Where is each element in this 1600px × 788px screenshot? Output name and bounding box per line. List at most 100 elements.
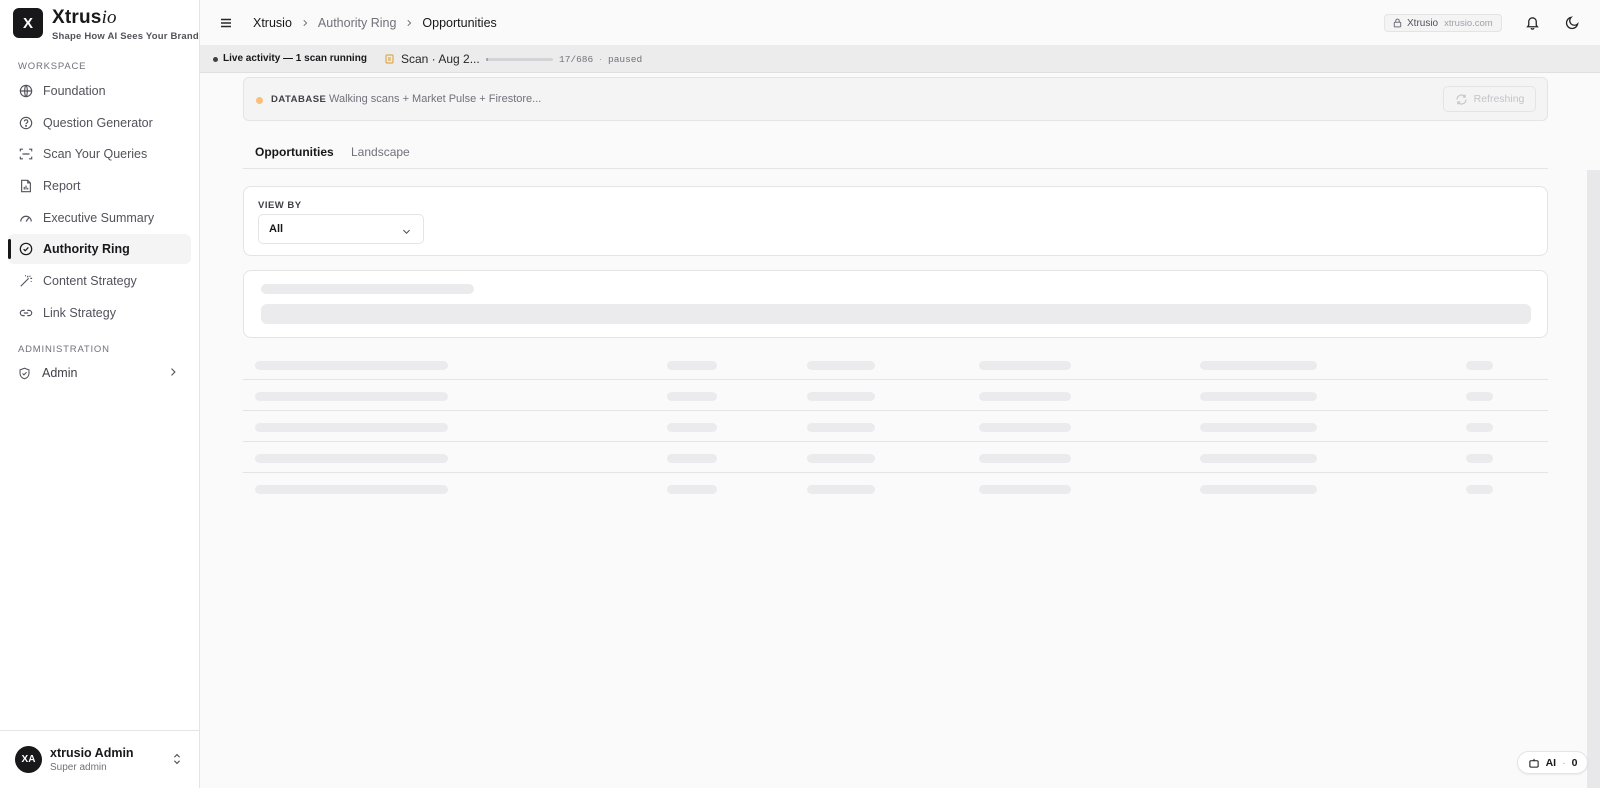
sidebar: X Xtrusio Shape How AI Sees Your Brand W… <box>0 0 200 788</box>
chevron-right-icon <box>404 18 414 28</box>
skeleton-cell <box>667 423 717 432</box>
view-by-value: All <box>269 223 284 235</box>
sidebar-item-link-strategy[interactable]: Link Strategy <box>8 298 191 328</box>
skeleton-cell <box>979 361 1071 370</box>
site-selector[interactable]: Xtrusio xtrusio.com <box>1384 14 1502 32</box>
live-activity-bar: Live activity — 1 scan running Scan · Au… <box>200 46 1600 73</box>
sidebar-item-admin[interactable]: Admin <box>8 358 191 388</box>
administration-section-label: ADMINISTRATION <box>18 344 110 355</box>
chevrons-up-down-icon <box>171 752 183 771</box>
skeleton-cell <box>807 392 875 401</box>
site-domain: xtrusio.com <box>1444 17 1493 29</box>
brand-logo: X <box>13 8 43 38</box>
link-icon <box>18 305 34 321</box>
breadcrumb-authority-ring[interactable]: Authority Ring <box>318 16 397 30</box>
user-menu[interactable]: XA xtrusio Admin Super admin <box>0 730 199 788</box>
sidebar-item-label: Admin <box>42 366 78 380</box>
avatar: XA <box>15 746 42 773</box>
database-text: Walking scans + Market Pulse + Firestore… <box>329 93 542 105</box>
live-activity-label: Live activity — 1 scan running <box>223 53 367 64</box>
view-by-select[interactable]: All <box>258 214 424 244</box>
skeleton-cell <box>1466 454 1493 463</box>
row-divider <box>243 379 1548 380</box>
lock-icon <box>1393 18 1402 28</box>
scan-progress-fill <box>486 58 488 61</box>
help-circle-icon <box>18 115 34 131</box>
sidebar-item-question-generator[interactable]: Question Generator <box>8 108 191 138</box>
skeleton-cell <box>807 485 875 494</box>
refresh-button-label: Refreshing <box>1473 93 1525 105</box>
topbar: Xtrusio Authority Ring Opportunities Xtr… <box>200 0 1600 46</box>
scan-file-icon <box>385 54 394 64</box>
database-status-card: DATABASE Walking scans + Market Pulse + … <box>243 77 1548 121</box>
view-by-label: VIEW BY <box>258 200 302 211</box>
scrollbar[interactable] <box>1587 170 1600 788</box>
database-label: DATABASE <box>271 94 327 105</box>
refresh-icon <box>1455 93 1474 106</box>
workspace-section-label: WORKSPACE <box>18 61 87 72</box>
skeleton-cell <box>667 361 717 370</box>
skeleton-cell <box>255 454 448 463</box>
row-divider <box>243 472 1548 473</box>
chevron-right-icon <box>167 366 179 381</box>
sidebar-item-scan-your-queries[interactable]: Scan Your Queries <box>8 139 191 169</box>
skeleton-cell <box>979 423 1071 432</box>
menu-icon[interactable] <box>218 15 234 31</box>
skeleton-cell <box>807 361 875 370</box>
sidebar-item-label: Authority Ring <box>43 242 130 257</box>
user-name: xtrusio Admin <box>50 746 134 760</box>
breadcrumb-current: Opportunities <box>422 16 497 30</box>
sidebar-item-label: Executive Summary <box>43 210 155 225</box>
breadcrumb-root[interactable]: Xtrusio <box>253 16 292 30</box>
breadcrumb: Xtrusio Authority Ring Opportunities <box>253 16 497 30</box>
skeleton-cell <box>1200 454 1317 463</box>
skeleton-cell <box>667 485 717 494</box>
sidebar-item-content-strategy[interactable]: Content Strategy <box>8 266 191 296</box>
skeleton-cell <box>255 423 448 432</box>
scan-icon <box>18 146 34 162</box>
shield-check-icon <box>18 365 34 381</box>
sidebar-item-label: Link Strategy <box>43 305 116 320</box>
skeleton-cell <box>1466 392 1493 401</box>
ai-assistant-button[interactable]: AI · 0 <box>1517 751 1588 774</box>
refresh-button[interactable]: Refreshing <box>1443 86 1536 112</box>
skeleton-cell <box>807 423 875 432</box>
user-role: Super admin <box>50 762 107 773</box>
site-name: Xtrusio <box>1407 17 1439 29</box>
database-status-dot <box>256 97 263 104</box>
ai-label: AI <box>1545 756 1557 769</box>
sidebar-item-authority-ring[interactable]: Authority Ring <box>8 234 191 265</box>
skeleton-cell <box>979 485 1071 494</box>
moon-icon[interactable] <box>1565 15 1580 35</box>
skeleton-cell <box>1200 423 1317 432</box>
sidebar-item-executive-summary[interactable]: Executive Summary <box>8 203 191 233</box>
chevron-right-icon <box>300 18 310 28</box>
separator-dot: · <box>599 54 603 65</box>
skeleton-cell <box>255 485 448 494</box>
sidebar-item-label: Foundation <box>43 84 106 98</box>
skeleton-title <box>261 284 474 294</box>
skeleton-cell <box>667 392 717 401</box>
live-dot <box>213 57 218 62</box>
ai-count: 0 <box>1571 756 1578 769</box>
separator-dot: · <box>1562 756 1566 769</box>
skeleton-cell <box>979 454 1071 463</box>
sidebar-item-label: Report <box>43 179 81 194</box>
sidebar-item-foundation[interactable]: Foundation <box>8 76 191 106</box>
brand[interactable]: X Xtrusio Shape How AI Sees Your Brand <box>13 8 199 42</box>
chevron-down-icon <box>401 224 412 242</box>
file-chart-icon <box>18 178 34 194</box>
scan-name[interactable]: Scan · Aug 2... <box>401 52 480 66</box>
sidebar-item-label: Question Generator <box>43 115 153 130</box>
sidebar-item-report[interactable]: Report <box>8 171 191 201</box>
sidebar-item-label: Content Strategy <box>43 274 137 289</box>
tab-opportunities[interactable]: Opportunities <box>255 145 334 159</box>
loading-summary-card <box>243 270 1548 338</box>
skeleton-cell <box>1466 485 1493 494</box>
row-divider <box>243 441 1548 442</box>
scan-progress-bar <box>486 58 553 61</box>
skeleton-cell <box>667 454 717 463</box>
bell-icon[interactable] <box>1525 15 1540 35</box>
view-by-card: VIEW BY All <box>243 186 1548 256</box>
tab-landscape[interactable]: Landscape <box>351 145 410 159</box>
